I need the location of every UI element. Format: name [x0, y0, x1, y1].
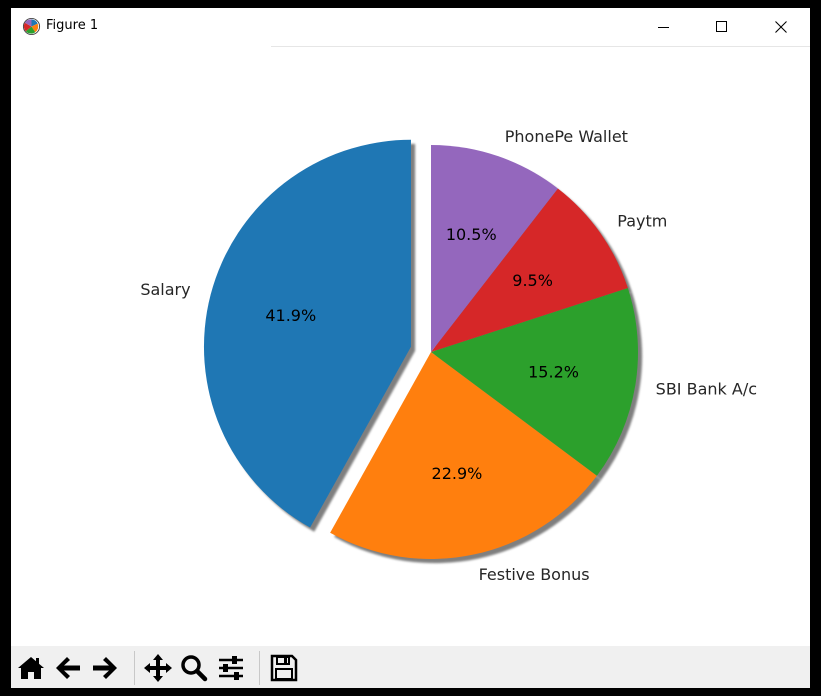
- home-icon: [18, 657, 44, 679]
- floppy-disk-icon: [270, 654, 298, 682]
- toolbar-separator: [259, 651, 260, 685]
- forward-button[interactable]: [88, 651, 122, 685]
- slice-label-phonepe-wallet: PhonePe Wallet: [505, 127, 628, 146]
- pie-chart: 41.9% Salary 22.9% Festive Bonus 15.2% SBI Ba…: [140, 127, 757, 584]
- pie-wedges: [203, 139, 638, 559]
- slice-label-sbi-bank-a-c: SBI Bank A/c: [656, 380, 757, 399]
- pct-label-paytm: 9.5%: [512, 271, 553, 290]
- zoom-button[interactable]: [177, 651, 211, 685]
- home-button[interactable]: [14, 651, 48, 685]
- back-button[interactable]: [51, 651, 85, 685]
- sliders-icon: [219, 656, 243, 680]
- slice-label-festive-bonus: Festive Bonus: [479, 565, 590, 584]
- pan-button[interactable]: [141, 651, 175, 685]
- pct-label-phonepe-wallet: 10.5%: [446, 225, 497, 244]
- minimize-icon: [658, 27, 669, 28]
- maximize-icon: [716, 21, 727, 32]
- pct-label-festive-bonus: 22.9%: [432, 464, 483, 483]
- configure-subplots-button[interactable]: [214, 651, 248, 685]
- slice-label-salary: Salary: [140, 280, 190, 299]
- minimize-button[interactable]: [635, 8, 693, 46]
- navigation-toolbar: [11, 646, 810, 688]
- figure-window: Figure 1 41.9% Salary 22.9% Festive Bonus 15…: [11, 8, 810, 688]
- slice-label-paytm: Paytm: [617, 212, 667, 231]
- maximize-button[interactable]: [693, 8, 751, 46]
- title-bar[interactable]: Figure 1: [11, 8, 810, 46]
- pct-label-sbi-bank-a-c: 15.2%: [528, 363, 579, 382]
- toolbar-separator: [134, 651, 135, 685]
- matplotlib-logo-icon: [22, 17, 41, 36]
- magnifier-icon: [181, 655, 208, 682]
- close-button[interactable]: [752, 8, 810, 46]
- arrow-right-icon: [93, 657, 117, 679]
- save-button[interactable]: [267, 651, 301, 685]
- pct-label-salary: 41.9%: [265, 306, 316, 325]
- move-icon: [144, 654, 172, 682]
- window-title: Figure 1: [46, 18, 99, 33]
- figure-canvas[interactable]: 41.9% Salary 22.9% Festive Bonus 15.2% SBI Ba…: [11, 47, 810, 646]
- close-icon: [775, 21, 787, 33]
- arrow-left-icon: [56, 657, 80, 679]
